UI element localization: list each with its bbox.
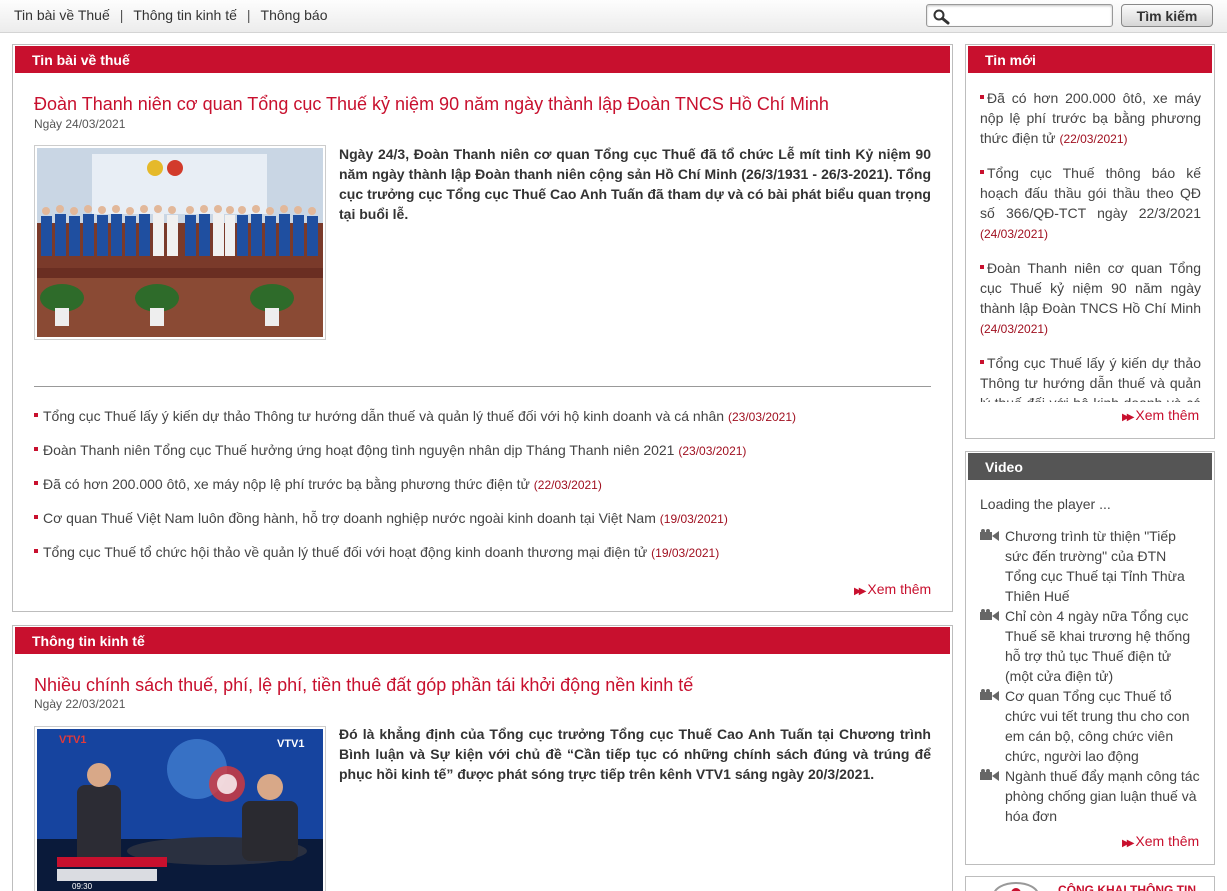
video-player-loading: Loading the player ... <box>980 496 1111 512</box>
tax-news-more-link[interactable]: ▶▶ Xem thêm <box>854 581 931 597</box>
latest-news-scroll-area[interactable]: Đã có hơn 200.000 ôtô, xe máy nộp lệ phí… <box>980 88 1201 402</box>
tax-news-headline-title[interactable]: Đoàn Thanh niên cơ quan Tổng cục Thuế kỷ… <box>34 94 829 115</box>
double-arrow-icon: ▶▶ <box>1122 838 1135 849</box>
economic-news-header: Thông tin kinh tế <box>15 627 950 654</box>
related-title[interactable]: Đã có hơn 200.000 ôtô, xe máy nộp lệ phí… <box>43 476 530 492</box>
broadcast-time: 09:30 <box>72 882 93 891</box>
search-button[interactable]: Tìm kiếm <box>1121 4 1213 27</box>
search-icon <box>933 9 950 25</box>
list-item[interactable]: Chương trình từ thiện "Tiếp sức đến trườ… <box>980 526 1200 606</box>
latest-news-title[interactable]: Tổng cục Thuế lấy ý kiến dự thảo Thông t… <box>980 355 1201 402</box>
video-more-link[interactable]: ▶▶ Xem thêm <box>1122 833 1199 849</box>
double-arrow-icon: ▶▶ <box>854 586 867 597</box>
economic-news-headline-title[interactable]: Nhiều chính sách thuế, phí, lệ phí, tiền… <box>34 675 693 696</box>
related-title[interactable]: Tổng cục Thuế tổ chức hội thảo về quản l… <box>43 544 647 560</box>
tax-news-related-list: Tổng cục Thuế lấy ý kiến dự thảo Thông t… <box>34 408 934 578</box>
top-bar: Tin bài về Thuế | Thông tin kinh tế | Thông … <box>0 0 1227 33</box>
latest-news-date: (24/03/2021) <box>980 322 1049 336</box>
related-date: (22/03/2021) <box>533 478 602 492</box>
tax-news-header: Tin bài về thuế <box>15 46 950 73</box>
public-info-icon <box>994 882 1038 891</box>
more-label: Xem thêm <box>1135 407 1200 423</box>
youth-union-photo <box>37 148 323 337</box>
tax-news-headline-date: Ngày 24/03/2021 <box>34 117 126 131</box>
list-item[interactable]: Đoàn Thanh niên Tổng cục Thuế hưởng ứng … <box>34 442 934 476</box>
video-header: Video <box>968 453 1212 480</box>
tv-studio-photo: VTV1 VTV1 09:30 <box>37 729 323 891</box>
bullet-icon <box>34 515 38 520</box>
bullet-icon <box>34 447 38 452</box>
bullet-icon <box>980 265 984 270</box>
related-title[interactable]: Đoàn Thanh niên Tổng cục Thuế hưởng ứng … <box>43 442 674 458</box>
latest-news-title[interactable]: Đoàn Thanh niên cơ quan Tổng cục Thuế kỷ… <box>980 260 1201 316</box>
list-item[interactable]: Đã có hơn 200.000 ôtô, xe máy nộp lệ phí… <box>34 476 934 510</box>
bullet-icon <box>980 95 984 100</box>
related-title[interactable]: Cơ quan Thuế Việt Nam luôn đồng hành, hỗ… <box>43 510 656 526</box>
video-camera-icon <box>980 609 999 621</box>
video-title[interactable]: Chỉ còn 4 ngày nữa Tổng cục Thuế sẽ khai… <box>1005 608 1190 684</box>
video-camera-icon <box>980 529 999 541</box>
latest-news-date: (22/03/2021) <box>1059 132 1128 146</box>
public-info-label: CÔNG KHAI THÔNG TIN <box>1058 883 1196 891</box>
list-item[interactable]: Ngành thuế đẩy mạnh công tác phòng chống… <box>980 766 1200 826</box>
video-list: Chương trình từ thiện "Tiếp sức đến trườ… <box>980 526 1200 826</box>
search-box <box>926 4 1113 27</box>
related-date: (19/03/2021) <box>659 512 728 526</box>
list-item[interactable]: Tổng cục Thuế thông báo kế hoạch đấu thầ… <box>980 163 1201 244</box>
more-label: Xem thêm <box>867 581 932 597</box>
search-input[interactable] <box>955 7 1107 24</box>
list-item[interactable]: Cơ quan Tổng cục Thuế tổ chức vui tết tr… <box>980 686 1200 766</box>
list-item[interactable]: Cơ quan Thuế Việt Nam luôn đồng hành, hỗ… <box>34 510 934 544</box>
nav-item-announcements[interactable]: Thông báo <box>261 7 328 23</box>
latest-news-header: Tin mới <box>968 46 1212 73</box>
list-item[interactable]: Đã có hơn 200.000 ôtô, xe máy nộp lệ phí… <box>980 88 1201 149</box>
bullet-icon <box>980 360 984 365</box>
bullet-icon <box>34 549 38 554</box>
list-item[interactable]: Chỉ còn 4 ngày nữa Tổng cục Thuế sẽ khai… <box>980 606 1200 686</box>
list-item[interactable]: Tổng cục Thuế lấy ý kiến dự thảo Thông t… <box>980 353 1201 402</box>
economic-news-headline-summary: Đó là khẳng định của Tổng cục trưởng Tổn… <box>339 726 931 782</box>
vtv-logo-text: VTV1 <box>277 738 305 750</box>
tax-news-box: Tin bài về thuế Đoàn Thanh niên cơ quan … <box>12 44 953 612</box>
related-title[interactable]: Tổng cục Thuế lấy ý kiến dự thảo Thông t… <box>43 408 724 424</box>
video-camera-icon <box>980 769 999 781</box>
latest-news-list: Đã có hơn 200.000 ôtô, xe máy nộp lệ phí… <box>980 88 1201 402</box>
nav-separator: | <box>246 7 251 23</box>
list-item[interactable]: Tổng cục Thuế lấy ý kiến dự thảo Thông t… <box>34 408 934 442</box>
economic-news-box: Thông tin kinh tế Nhiều chính sách thuế,… <box>12 625 953 891</box>
tax-news-headline-image[interactable] <box>34 145 326 340</box>
double-arrow-icon: ▶▶ <box>1122 412 1135 423</box>
more-label: Xem thêm <box>1135 833 1200 849</box>
latest-news-box: Tin mới Đã có hơn 200.000 ôtô, xe máy nộ… <box>965 44 1215 439</box>
nav-separator: | <box>119 7 124 23</box>
bullet-icon <box>980 170 984 175</box>
economic-news-headline-image[interactable]: VTV1 VTV1 09:30 <box>34 726 326 891</box>
related-date: (23/03/2021) <box>678 444 747 458</box>
economic-news-headline-date: Ngày 22/03/2021 <box>34 697 126 711</box>
latest-news-date: (24/03/2021) <box>980 227 1049 241</box>
video-title[interactable]: Cơ quan Tổng cục Thuế tổ chức vui tết tr… <box>1005 688 1189 764</box>
video-camera-icon <box>980 689 999 701</box>
list-item[interactable]: Đoàn Thanh niên cơ quan Tổng cục Thuế kỷ… <box>980 258 1201 339</box>
nav-item-economic-info[interactable]: Thông tin kinh tế <box>133 7 237 23</box>
top-nav: Tin bài về Thuế | Thông tin kinh tế | Thông … <box>14 7 327 23</box>
video-title[interactable]: Ngành thuế đẩy mạnh công tác phòng chống… <box>1005 768 1200 824</box>
video-title[interactable]: Chương trình từ thiện "Tiếp sức đến trườ… <box>1005 528 1185 604</box>
list-item[interactable]: Tổng cục Thuế tổ chức hội thảo về quản l… <box>34 544 934 578</box>
bullet-icon <box>34 413 38 418</box>
nav-item-tax-news[interactable]: Tin bài về Thuế <box>14 7 110 23</box>
latest-news-more-link[interactable]: ▶▶ Xem thêm <box>1122 407 1199 423</box>
related-date: (19/03/2021) <box>651 546 720 560</box>
public-info-banner[interactable]: CÔNG KHAI THÔNG TIN <box>965 876 1215 891</box>
tax-news-divider <box>34 386 931 387</box>
vtv-corner-logo: VTV1 <box>59 734 87 746</box>
video-box: Video Loading the player ... Chương trìn… <box>965 451 1215 865</box>
bullet-icon <box>34 481 38 486</box>
related-date: (23/03/2021) <box>727 410 797 424</box>
latest-news-title[interactable]: Tổng cục Thuế thông báo kế hoạch đấu thầ… <box>980 165 1201 221</box>
tax-news-headline-summary: Ngày 24/3, Đoàn Thanh niên cơ quan Tổng … <box>339 146 931 222</box>
